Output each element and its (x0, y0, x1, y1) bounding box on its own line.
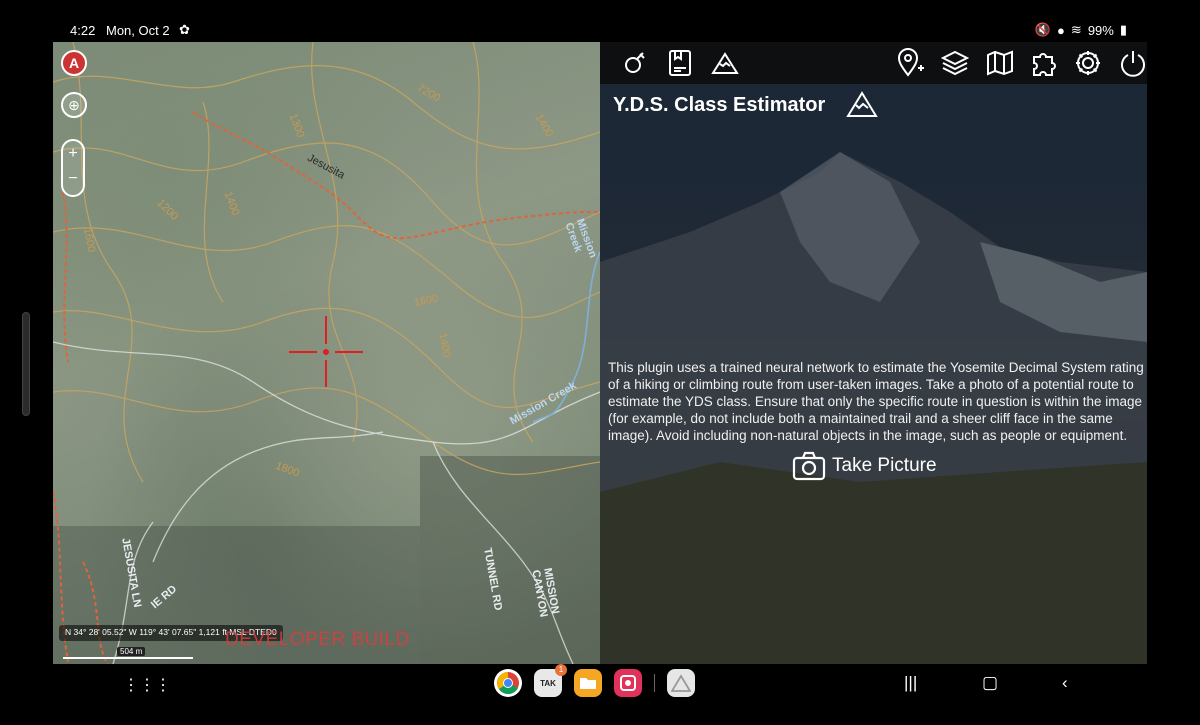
toolbar (600, 42, 1147, 84)
back-button[interactable]: ‹ (1062, 673, 1068, 693)
scale-label: 504 m (117, 647, 146, 656)
tablet-frame: 4:22 Mon, Oct 2 ✿ 🔇 ● ≋ 99% ▮ 7200 1300 … (0, 0, 1200, 725)
recents-button[interactable]: ||| (904, 673, 917, 693)
dock-separator (654, 674, 655, 692)
title-mountain-icon (846, 90, 878, 123)
status-date: Mon, Oct 2 (106, 23, 170, 38)
settings-notification-icon: ✿ (179, 22, 190, 37)
crosshair-locate-icon: ⊕ (68, 96, 80, 113)
plugin-icon (1033, 53, 1056, 76)
tak-app-icon[interactable]: TAK 1 (534, 664, 567, 697)
location-add-button[interactable] (893, 46, 927, 80)
zoom-control: + − (61, 139, 85, 197)
take-picture-label: Take Picture (832, 455, 937, 476)
settings-icon (1076, 51, 1100, 75)
wifi-icon: ≋ (1070, 22, 1082, 37)
map-icon (987, 50, 1013, 76)
power-button[interactable] (1116, 46, 1147, 80)
compass-icon: A (68, 55, 80, 71)
yds-app-icon[interactable] (667, 669, 695, 697)
zoom-in-button[interactable]: + (63, 141, 83, 168)
side-button (22, 312, 30, 416)
status-icons: 🔇 ● ≋ 99% ▮ (1035, 22, 1127, 38)
camera-icon (792, 451, 826, 481)
navigation-bar: ⋮⋮⋮ TAK 1 ||| ▢ ‹ (53, 664, 1147, 702)
compass-button[interactable]: A (61, 50, 87, 76)
app-drawer-icon[interactable]: ⋮⋮⋮ (123, 675, 171, 695)
settings-button[interactable] (1071, 46, 1105, 80)
layers-icon (941, 50, 969, 76)
mountain-icon (711, 52, 739, 74)
plugin-panel: Y.D.S. Class Estimator ‖ This plugin use… (600, 42, 1147, 664)
status-bar: 4:22 Mon, Oct 2 ✿ 🔇 ● ≋ 99% ▮ (53, 16, 1147, 42)
plugin-button[interactable] (1027, 46, 1061, 80)
locate-button[interactable]: ⊕ (61, 92, 87, 118)
map-button[interactable] (983, 46, 1017, 80)
location-add-icon (897, 48, 924, 77)
app-dock: TAK 1 (494, 664, 695, 697)
road-lines (53, 341, 600, 664)
map-view[interactable]: 7200 1300 1400 1400 1200 1600 1400 1600 … (53, 42, 600, 664)
panel-resize-handle[interactable]: ‖ (600, 340, 604, 362)
panel-title: Y.D.S. Class Estimator (613, 94, 826, 116)
chrome-app-icon[interactable] (494, 669, 522, 697)
take-picture-button[interactable]: Take Picture (792, 449, 937, 483)
status-time: 4:22 (70, 23, 96, 38)
files-app-icon[interactable] (574, 669, 602, 697)
mountain-button[interactable] (708, 46, 742, 80)
notification-badge: 1 (555, 664, 567, 676)
battery-text: 99% (1087, 22, 1114, 38)
mute-icon: 🔇 (1034, 22, 1052, 37)
developer-build-watermark: DEVELOPER BUILD (225, 629, 410, 650)
location-icon: ● (1057, 22, 1065, 38)
pin-tool-icon (625, 52, 645, 73)
pin-tool-button[interactable] (618, 46, 652, 80)
notebook-button[interactable] (663, 46, 697, 80)
zoom-out-button[interactable]: − (63, 168, 83, 195)
plugin-description: This plugin uses a trained neural networ… (608, 360, 1144, 443)
home-button[interactable]: ▢ (982, 673, 998, 693)
battery-icon: ▮ (1119, 22, 1127, 37)
screen: 4:22 Mon, Oct 2 ✿ 🔇 ● ≋ 99% ▮ 7200 1300 … (53, 16, 1147, 702)
layers-button[interactable] (938, 46, 972, 80)
scale-bar: 504 m (63, 647, 193, 659)
gallery-app-icon[interactable] (614, 669, 642, 697)
power-icon (1121, 51, 1145, 77)
notebook-icon (669, 50, 691, 76)
mountain-background (600, 152, 1147, 664)
